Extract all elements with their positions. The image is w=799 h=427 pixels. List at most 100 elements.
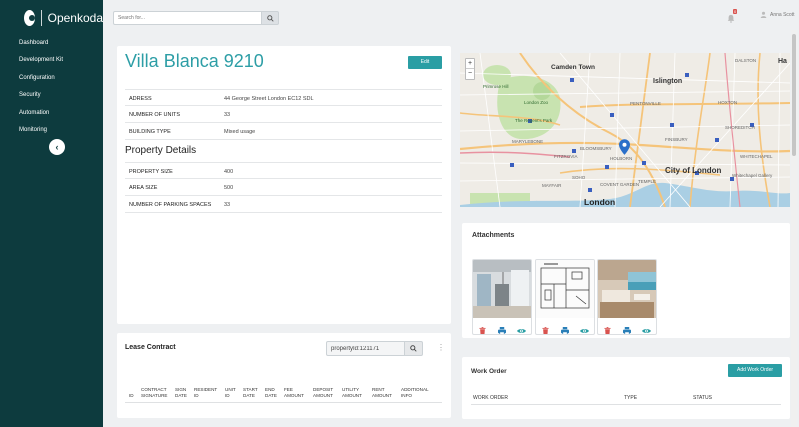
map-label: Primrose Hill	[483, 84, 509, 89]
column-header[interactable]: TYPE	[624, 395, 637, 401]
sidebar-item-automation[interactable]: Automation	[0, 107, 103, 124]
column-header[interactable]: STATUS	[693, 395, 712, 401]
sidebar-item-configuration[interactable]: Configuration	[0, 72, 103, 89]
field-row-building-type: BUILDING TYPE Mixed usage	[125, 123, 442, 140]
attachments-title: Attachments	[472, 232, 515, 239]
delete-button[interactable]	[603, 327, 612, 334]
column-header[interactable]: END DATE	[265, 387, 279, 399]
field-value: Mixed usage	[224, 129, 256, 135]
column-header[interactable]: UTILITY AMOUNT	[342, 387, 369, 399]
sidebar-item-development-kit[interactable]: Development Kit	[0, 54, 103, 71]
column-header[interactable]: ADDITIONAL INFO	[401, 387, 437, 399]
column-header[interactable]: UNIT ID	[225, 387, 237, 399]
trash-icon	[479, 327, 486, 334]
sidebar-item-monitoring[interactable]: Monitoring	[0, 124, 103, 141]
map-label: The Regent's Park	[515, 118, 553, 123]
user-menu[interactable]: Anna Scott	[760, 11, 794, 18]
add-work-order-button[interactable]: Add Work Order	[728, 364, 782, 377]
field-label: BUILDING TYPE	[129, 129, 171, 135]
view-button[interactable]	[516, 327, 526, 335]
column-header[interactable]: FEE AMOUNT	[284, 387, 310, 399]
field-label: PROPERTY SIZE	[129, 169, 173, 175]
map-label: London Zoo	[524, 100, 549, 105]
delete-button[interactable]	[541, 327, 550, 334]
work-order-title: Work Order	[471, 368, 507, 375]
view-button[interactable]	[641, 327, 651, 335]
work-order-table-header: WORK ORDER TYPE STATUS	[471, 387, 781, 405]
search-button[interactable]	[262, 11, 279, 25]
print-button[interactable]	[497, 327, 506, 334]
map-label: City of London	[665, 166, 722, 175]
column-header[interactable]: RENT AMOUNT	[372, 387, 399, 399]
lease-contract-title: Lease Contract	[125, 344, 176, 351]
view-button[interactable]	[579, 327, 589, 335]
map-label: MARYLEBONE	[512, 139, 544, 144]
column-header[interactable]: RESIDENT ID	[194, 387, 220, 399]
map-label: PENTONVILLE	[630, 101, 661, 106]
lease-search-input[interactable]	[326, 341, 405, 356]
map-zoom-controls: + −	[465, 58, 475, 80]
app-name: Openkoda	[47, 11, 103, 25]
property-title: Villa Blanca 9210	[125, 51, 264, 71]
attachment-thumbnail	[598, 260, 656, 318]
attachment-item[interactable]	[535, 259, 595, 335]
map-label: HOXTON	[718, 100, 738, 105]
map-marker-icon[interactable]	[619, 139, 630, 155]
user-name: Anna Scott	[770, 11, 795, 18]
attachment-item[interactable]	[597, 259, 657, 335]
map-label: Ha	[778, 58, 787, 65]
property-map[interactable]: Camden Town Islington City of London Lon…	[460, 53, 790, 207]
attachment-thumbnail	[536, 260, 594, 318]
eye-icon	[641, 328, 651, 334]
zoom-out-button[interactable]: −	[466, 69, 474, 79]
column-header[interactable]: SIGN DATE	[175, 387, 189, 399]
print-button[interactable]	[560, 327, 569, 334]
column-header[interactable]: DEPOSIT AMOUNT	[313, 387, 340, 399]
sidebar-item-dashboard[interactable]: Dashboard	[0, 37, 103, 54]
global-search	[113, 11, 279, 25]
sidebar-item-security[interactable]: Security	[0, 89, 103, 106]
column-header[interactable]: WORK ORDER	[473, 395, 508, 401]
print-button[interactable]	[622, 327, 631, 334]
field-value: 500	[224, 185, 234, 191]
column-header[interactable]: CONTRACT SIGNATURE	[141, 387, 169, 399]
attachment-item[interactable]	[472, 259, 532, 335]
chevron-left-icon: ‹	[55, 142, 59, 152]
app-logo[interactable]: Openkoda	[0, 0, 103, 28]
map-label: BLOOMSBURY	[580, 146, 612, 151]
field-value: 33	[224, 112, 231, 118]
more-options-icon[interactable]: ⋮	[437, 343, 445, 352]
lease-search-button[interactable]	[405, 341, 423, 356]
scrollbar-thumb[interactable]	[792, 34, 796, 156]
delete-button[interactable]	[478, 327, 487, 334]
field-value: 400	[224, 169, 234, 175]
map-label: London	[584, 197, 616, 207]
map-label: FINSBURY	[665, 137, 688, 142]
eye-icon	[516, 328, 526, 334]
bell-icon	[727, 14, 735, 23]
trash-icon	[604, 327, 611, 334]
attachment-actions	[536, 323, 594, 335]
attachment-thumbnail	[473, 260, 531, 318]
field-value: 33	[224, 202, 231, 208]
column-header[interactable]: ID	[129, 393, 134, 399]
edit-button[interactable]: Edit	[408, 56, 442, 69]
search-input[interactable]	[113, 11, 262, 25]
sidebar-collapse-button[interactable]: ‹	[49, 139, 65, 155]
eye-icon	[579, 328, 589, 334]
map-label: Camden Town	[551, 64, 595, 71]
column-header[interactable]: START DATE	[243, 387, 259, 399]
field-row-area-size: AREA SIZE 500	[125, 179, 442, 196]
work-order-card: Work Order Add Work Order WORK ORDER TYP…	[462, 357, 790, 419]
page-scrollbar[interactable]	[791, 30, 797, 427]
map-label: WHITECHAPEL	[740, 154, 773, 159]
print-icon	[622, 327, 631, 334]
print-icon	[560, 327, 569, 334]
property-details-title: Property Details	[125, 145, 197, 156]
lease-table-header: ID CONTRACT SIGNATURE SIGN DATE RESIDENT…	[125, 379, 442, 403]
field-row-property-size: PROPERTY SIZE 400	[125, 162, 442, 179]
zoom-in-button[interactable]: +	[466, 59, 474, 69]
field-label: AREA SIZE	[129, 185, 158, 191]
map-label: TEMPLE	[638, 179, 657, 184]
map-label: Islington	[653, 78, 683, 85]
